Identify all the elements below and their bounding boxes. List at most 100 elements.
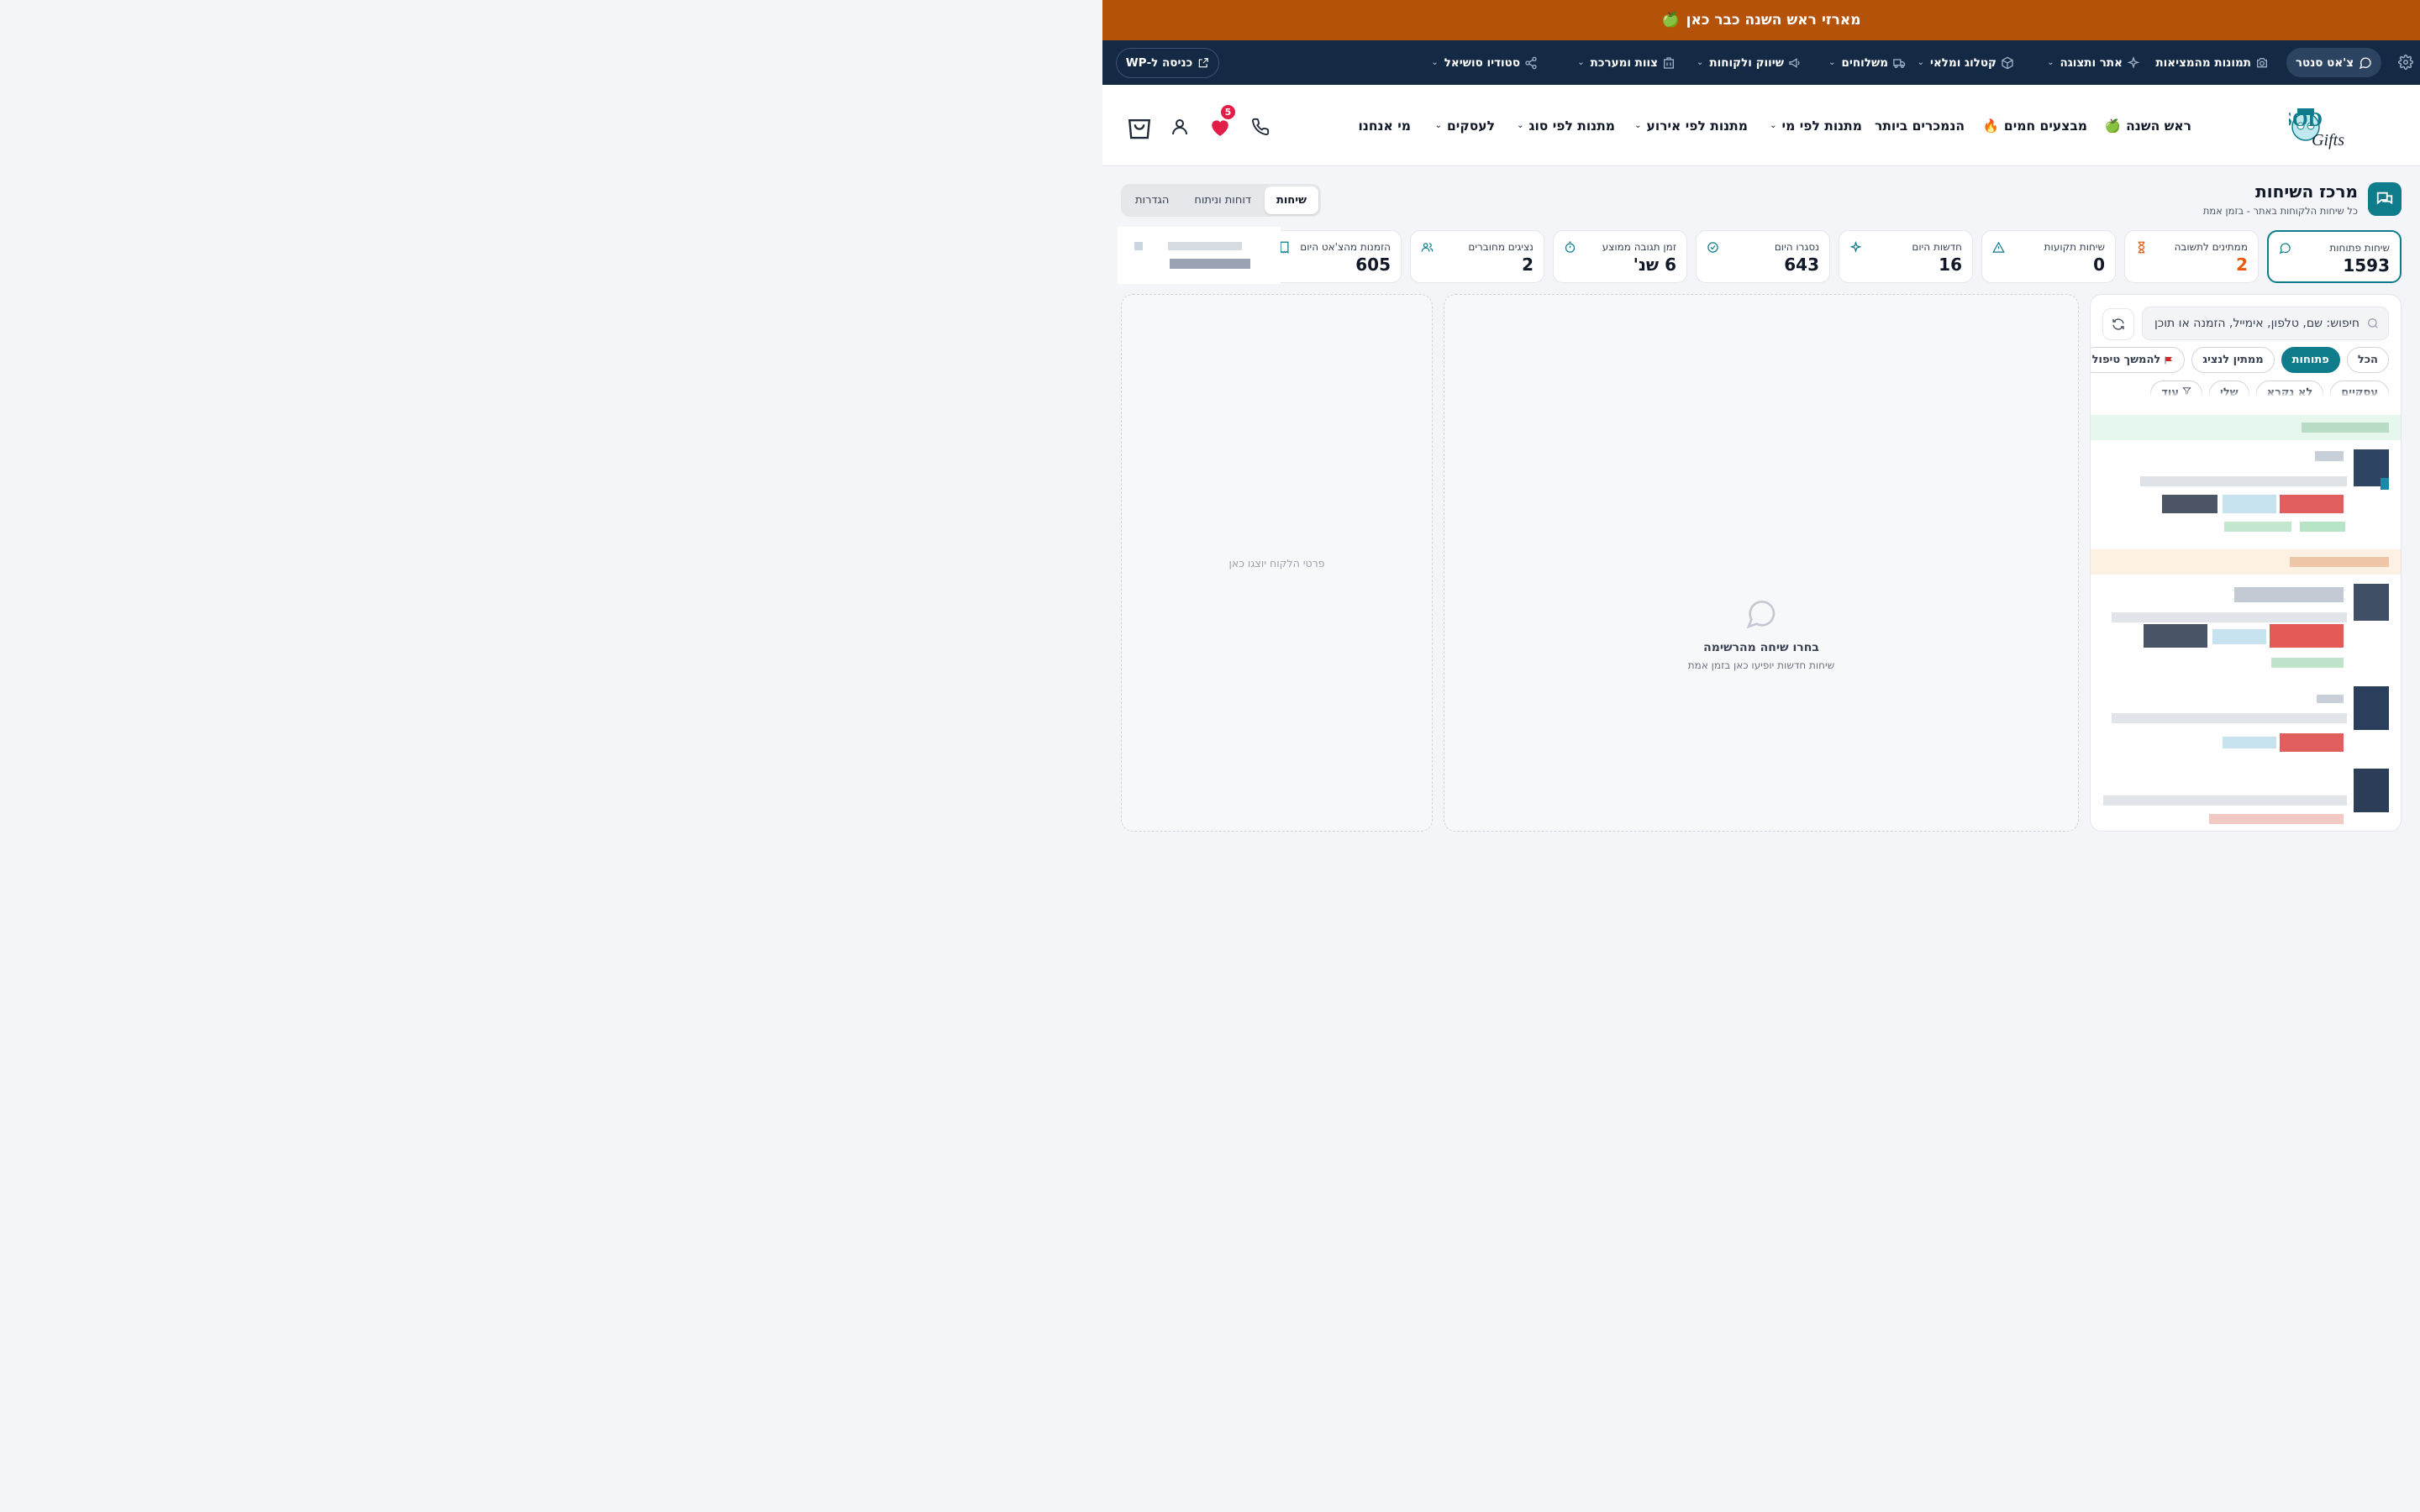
chevron-down-icon: ⌄ xyxy=(1577,58,1585,67)
chevron-down-icon: ⌄ xyxy=(1434,121,1442,130)
warning-icon xyxy=(1992,241,2005,257)
admin-item-label: תמונות מהמציאות xyxy=(2155,55,2251,70)
nav-label: מתנות לפי סוג xyxy=(1528,118,1615,134)
admin-item-social[interactable]: סטודיו סושיאל ⌄ xyxy=(1431,56,1538,70)
stat-stuck-conversations[interactable]: שיחות תקועות 0 xyxy=(1981,230,2116,283)
admin-item-team[interactable]: צוות ומערכת ⌄ xyxy=(1538,56,1676,70)
list-section-label xyxy=(2302,423,2389,433)
stats-row: שיחות פתוחות 1593 ממתינים לתשובה 2 שיחות… xyxy=(1267,230,2402,283)
admin-item-marketing[interactable]: שיווק ולקוחות ⌄ xyxy=(1676,56,1802,70)
nav-item-about[interactable]: מי אנחנו xyxy=(1359,118,1411,134)
nav-item-gifts-by-event[interactable]: מתנות לפי אירוע ⌄ xyxy=(1615,118,1748,134)
search-input[interactable]: חיפוש: שם, טלפון, אימייל, הזמנה או תוכן xyxy=(2142,307,2389,340)
external-link-icon xyxy=(1197,57,1209,69)
stat-value: 2 xyxy=(2236,255,2248,275)
page-title: מרכז השיחות xyxy=(2255,181,2358,202)
nav-item-gifts-by-who[interactable]: מתנות לפי מי ⌄ xyxy=(1748,118,1862,134)
stat-value: 605 xyxy=(1355,255,1391,275)
stat-avg-response-time[interactable]: זמן תגובה ממוצע 6 שנ' xyxy=(1553,230,1687,283)
stat-value: 0 xyxy=(2093,255,2105,275)
avatar xyxy=(2354,769,2389,812)
nav-item-hot-deals[interactable]: מבצעים חמים 🔥 xyxy=(1965,118,2087,134)
filter-label: להמשך טיפול xyxy=(2091,354,2161,366)
chat-center-label: צ'אט סנטר xyxy=(2295,55,2354,70)
site-header: HASOD Gifts ראש השנה 🍏 מבצעים חמים 🔥 הנמ… xyxy=(1102,85,2420,166)
wp-login-button[interactable]: כניסה ל-WP xyxy=(1116,48,1219,78)
nav-item-business[interactable]: לעסקים ⌄ xyxy=(1411,118,1495,134)
sparkle-icon xyxy=(1849,240,1862,257)
nav-label: לעסקים xyxy=(1446,118,1495,134)
stat-value: 6 שנ' xyxy=(1633,255,1676,275)
admin-item-shipping[interactable]: משלוחים ⌄ xyxy=(1802,56,1907,70)
nav-item-best-sellers[interactable]: הנמכרים ביותר xyxy=(1862,118,1965,134)
stat-label: שיחות פתוחות xyxy=(2329,242,2390,254)
phone-icon[interactable] xyxy=(1240,110,1281,144)
chevron-down-icon: ⌄ xyxy=(1634,121,1642,130)
refresh-icon xyxy=(2111,317,2126,332)
filter-all[interactable]: הכל xyxy=(2346,347,2389,373)
admin-bar: צ'אט סנטר תמונות מהמציאות אתר ותצוגה ⌄ ק… xyxy=(1102,40,2420,85)
admin-item-label: קטלוג ומלאי xyxy=(1929,55,1996,70)
admin-item-label: שיווק ולקוחות xyxy=(1709,55,1784,70)
truck-icon xyxy=(1892,56,1907,70)
fire-icon: 🔥 xyxy=(1982,118,1999,134)
gear-icon[interactable] xyxy=(2398,55,2413,70)
stat-chat-orders-today[interactable]: הזמנות מהצ'אט היום 605 xyxy=(1267,230,1402,283)
camera-icon xyxy=(2255,56,2269,70)
stat-value: 2 xyxy=(1522,255,1534,275)
filter-chips: הכל פתוחות ממתין לנציג להמשך טיפול xyxy=(2091,347,2389,373)
empty-state-subtitle: שיחות חדשות יופיעו כאן בזמן אמת xyxy=(1687,659,1835,671)
page-tabs: שיחות דוחות וניתוח הגדרות xyxy=(1121,184,1321,217)
chat-bubble-icon xyxy=(2279,242,2291,258)
building-icon xyxy=(1662,56,1676,70)
avatar xyxy=(2354,584,2389,621)
wishlist-heart-icon[interactable]: 5 xyxy=(1200,103,1240,144)
stat-open-conversations[interactable]: שיחות פתוחות 1593 xyxy=(2267,230,2402,283)
chat-bubble-icon xyxy=(1744,597,1779,631)
chevron-down-icon: ⌄ xyxy=(1828,58,1836,67)
filter-follow-up[interactable]: להמשך טיפול xyxy=(2091,347,2186,373)
tab-reports[interactable]: דוחות וניתוח xyxy=(1182,186,1263,214)
chat-bubble-icon xyxy=(2359,56,2372,70)
cart-icon[interactable] xyxy=(1119,110,1160,144)
logo-subtext: Gifts xyxy=(2312,131,2344,150)
nav-label: מי אנחנו xyxy=(1358,118,1411,134)
empty-state-title: בחרו שיחה מהרשימה xyxy=(1703,641,1819,654)
announcement-bar[interactable]: מארזי ראש השנה כבר כאן 🍏 xyxy=(1102,0,2420,40)
admin-item-catalog[interactable]: קטלוג ומלאי ⌄ xyxy=(1907,56,2014,70)
nav-item-rosh-hashana[interactable]: ראש השנה 🍏 xyxy=(2087,118,2191,134)
search-placeholder: חיפוש: שם, טלפון, אימייל, הזמנה או תוכן xyxy=(2154,317,2360,330)
stat-agents-online[interactable]: נציגים מחוברים 2 xyxy=(1410,230,1544,283)
filter-open[interactable]: פתוחות xyxy=(2281,347,2340,373)
stat-closed-today[interactable]: נסגרו היום 643 xyxy=(1696,230,1830,283)
admin-item-site-display[interactable]: אתר ותצוגה ⌄ xyxy=(2014,55,2140,70)
nav-label: מתנות לפי אירוע xyxy=(1646,118,1749,134)
user-icon[interactable] xyxy=(1160,110,1200,144)
admin-item-photos[interactable]: תמונות מהמציאות xyxy=(2140,56,2269,70)
tab-settings[interactable]: הגדרות xyxy=(1123,186,1181,214)
chevron-down-icon: ⌄ xyxy=(1696,58,1704,67)
stat-label: נסגרו היום xyxy=(1774,241,1819,253)
customer-details-panel: פרטי הלקוח יוצגו כאן xyxy=(1121,294,1433,832)
nav-item-gifts-by-type[interactable]: מתנות לפי סוג ⌄ xyxy=(1495,118,1615,134)
customer-panel-placeholder: פרטי הלקוח יוצגו כאן xyxy=(1228,556,1325,570)
stat-awaiting-reply[interactable]: ממתינים לתשובה 2 xyxy=(2124,230,2259,283)
stat-value: 643 xyxy=(1784,255,1819,275)
check-circle-icon xyxy=(1707,241,1719,257)
nav-label: הנמכרים ביותר xyxy=(1874,118,1965,134)
sparkles-icon xyxy=(2127,55,2140,70)
chevron-down-icon: ⌄ xyxy=(1770,121,1777,130)
admin-item-label: משלוחים xyxy=(1841,55,1888,70)
refresh-button[interactable] xyxy=(2102,308,2134,340)
stat-new-today[interactable]: חדשות היום 16 xyxy=(1839,230,1973,283)
stat-label: זמן תגובה ממוצע xyxy=(1602,241,1676,253)
tab-conversations[interactable]: שיחות xyxy=(1264,186,1318,214)
chat-center-button[interactable]: צ'אט סנטר xyxy=(2286,48,2381,77)
chevron-down-icon: ⌄ xyxy=(1917,58,1924,67)
apple-icon: 🍏 xyxy=(1661,12,1680,29)
site-logo[interactable]: HASOD Gifts xyxy=(2251,103,2403,150)
filter-waiting-agent[interactable]: ממתין לנציג xyxy=(2191,347,2275,373)
stat-label: שיחות תקועות xyxy=(2044,241,2105,253)
stopwatch-icon xyxy=(1564,241,1576,257)
announcement-text: מארזי ראש השנה כבר כאן xyxy=(1686,12,1861,29)
